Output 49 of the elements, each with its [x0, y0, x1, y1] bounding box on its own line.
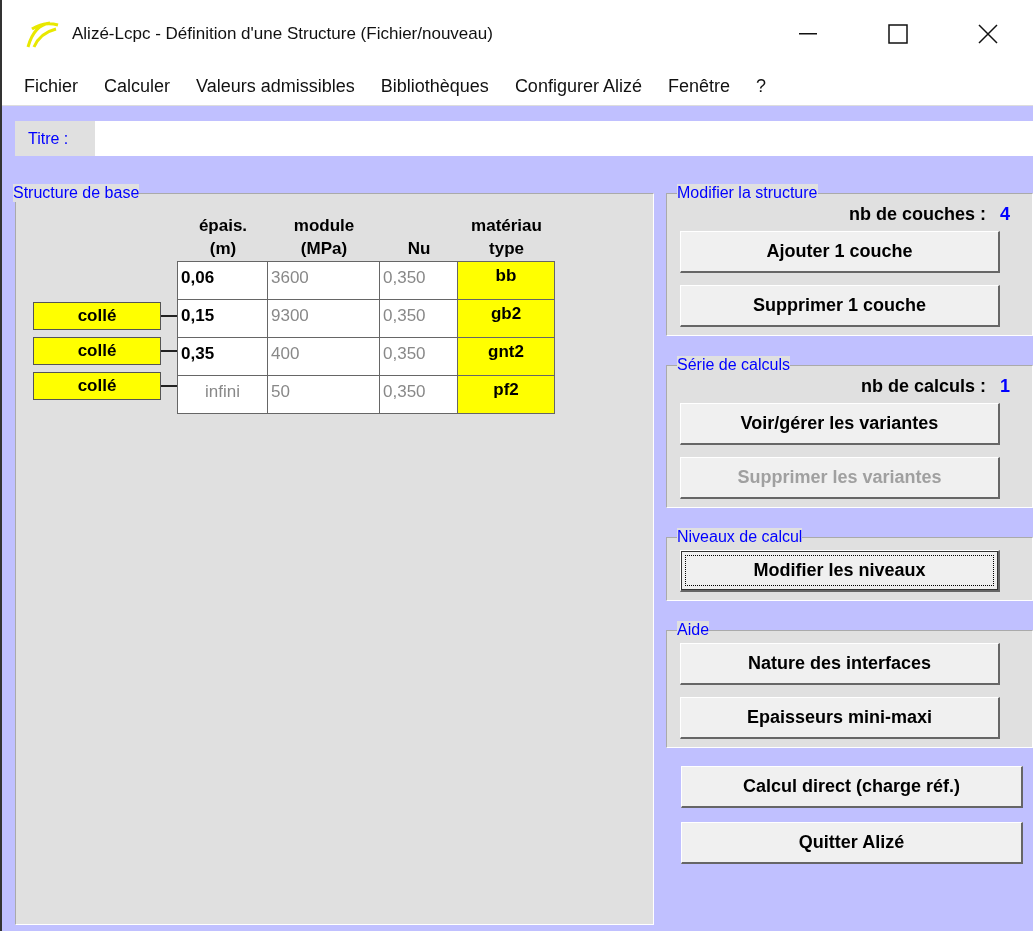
- column-header: épais. (m): [197, 215, 249, 260]
- material-button[interactable]: gb2: [457, 299, 555, 338]
- interface-button[interactable]: collé: [33, 301, 161, 330]
- close-icon: [978, 24, 998, 44]
- menu-item[interactable]: Bibliothèques: [368, 76, 503, 97]
- thickness-cell: infini: [177, 375, 268, 414]
- modulus-cell[interactable]: 50: [267, 375, 380, 414]
- column-header: Nu: [406, 238, 432, 260]
- minimize-icon: [799, 33, 817, 35]
- poisson-cell[interactable]: 0,350: [379, 261, 458, 300]
- interface-button[interactable]: collé: [33, 336, 161, 365]
- menu-item[interactable]: ?: [744, 76, 780, 97]
- push-button[interactable]: Nature des interfaces: [680, 643, 1000, 685]
- maximize-icon: [888, 24, 908, 44]
- menu-item[interactable]: Configurer Alizé: [502, 76, 656, 97]
- thickness-cell[interactable]: 0,06: [177, 261, 268, 300]
- poisson-cell[interactable]: 0,350: [379, 337, 458, 376]
- panel-legend: Structure de base: [13, 184, 140, 202]
- count-label: nb de calculs :: [860, 376, 986, 397]
- push-button[interactable]: Calcul direct (charge réf.): [681, 766, 1023, 808]
- menu-item[interactable]: Calculer: [92, 76, 185, 97]
- push-button[interactable]: Quitter Alizé: [681, 822, 1023, 864]
- menu-item[interactable]: Valeurs admissibles: [184, 76, 369, 97]
- material-button[interactable]: pf2: [457, 375, 555, 414]
- push-button[interactable]: Supprimer 1 couche: [680, 285, 1000, 327]
- window-title: Alizé-Lcpc - Définition d'une Structure (Fichier/nouveau): [72, 24, 494, 44]
- column-header: module (MPa): [292, 215, 356, 260]
- menu-item[interactable]: Fenêtre: [655, 76, 744, 97]
- title-label: Titre :: [15, 121, 95, 156]
- thickness-cell[interactable]: 0,35: [177, 337, 268, 376]
- count-value: 1: [1000, 376, 1010, 397]
- modulus-cell[interactable]: 400: [267, 337, 380, 376]
- push-button[interactable]: Epaisseurs mini-maxi: [680, 697, 1000, 739]
- material-button[interactable]: gnt2: [457, 337, 555, 376]
- count-label: nb de couches :: [848, 204, 986, 225]
- title-field[interactable]: [95, 121, 1033, 156]
- push-button[interactable]: Ajouter 1 couche: [680, 231, 1000, 273]
- count-value: 4: [1000, 204, 1010, 225]
- poisson-cell[interactable]: 0,350: [379, 299, 458, 338]
- modulus-cell[interactable]: 9300: [267, 299, 380, 338]
- modulus-cell[interactable]: 3600: [267, 261, 380, 300]
- poisson-cell[interactable]: 0,350: [379, 375, 458, 414]
- menu-item[interactable]: Fichier: [12, 76, 92, 97]
- interface-button[interactable]: collé: [33, 371, 161, 400]
- push-button[interactable]: Modifier les niveaux: [680, 550, 1000, 592]
- push-button[interactable]: Voir/gérer les variantes: [680, 403, 1000, 445]
- app-logo-icon: [26, 19, 60, 49]
- material-button[interactable]: bb: [457, 261, 555, 300]
- thickness-cell[interactable]: 0,15: [177, 299, 268, 338]
